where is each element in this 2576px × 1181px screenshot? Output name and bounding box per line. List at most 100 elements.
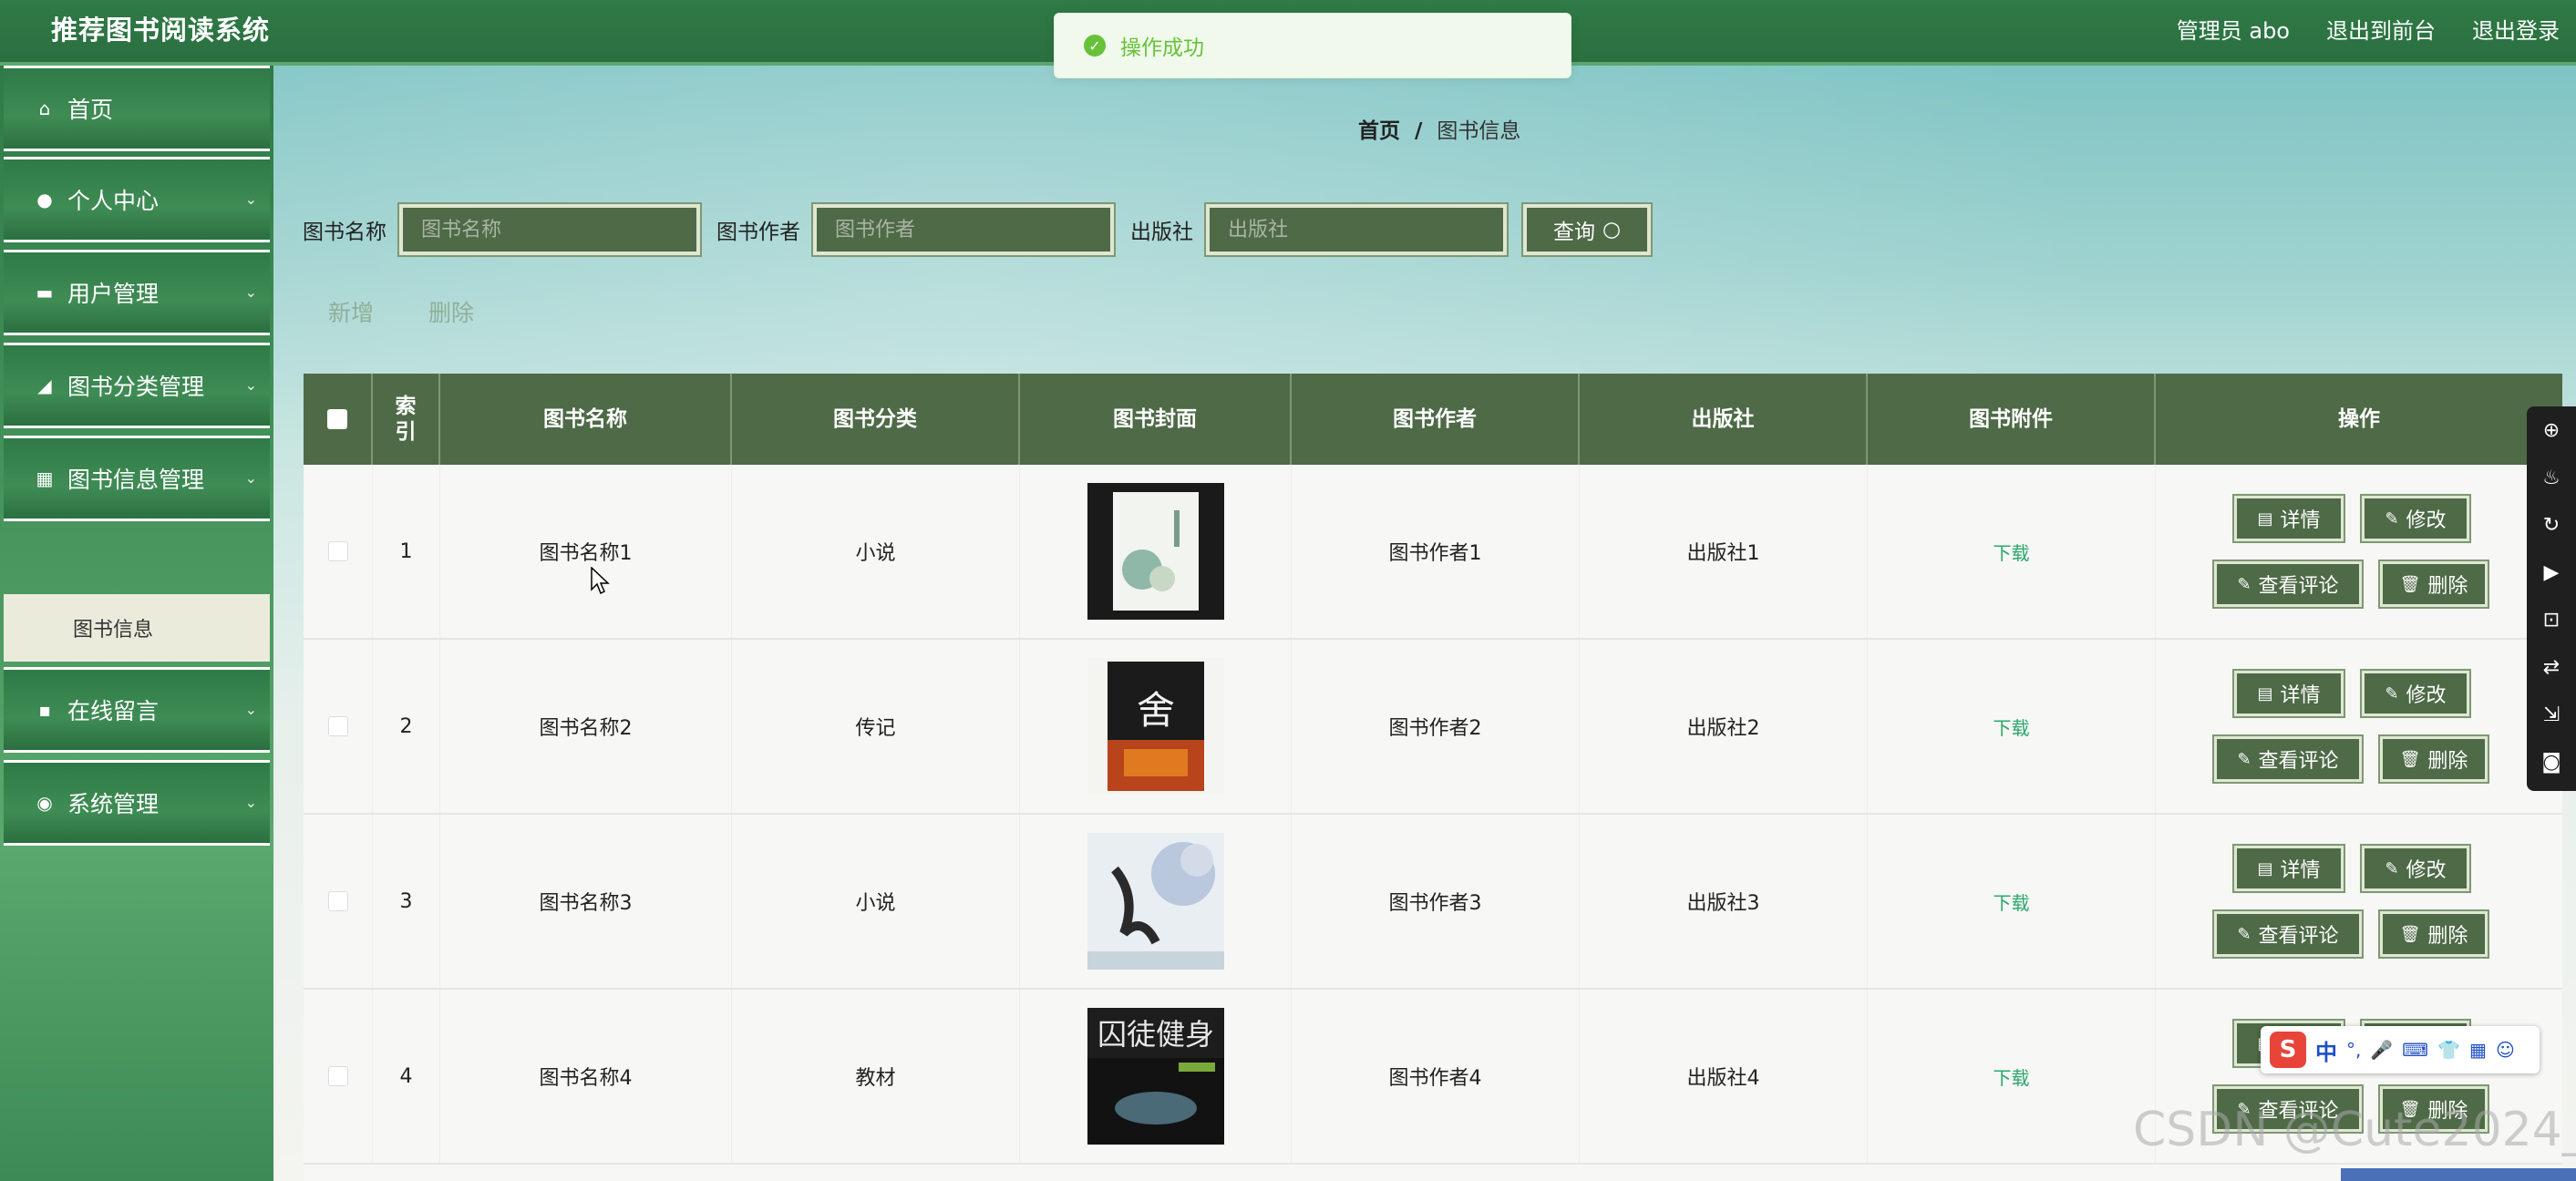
refresh-icon[interactable]: ↻: [2527, 501, 2576, 549]
cell-attachment: 下载: [1868, 465, 2156, 638]
delete-button[interactable]: 🗑 删除: [2378, 909, 2489, 959]
row-actions: ▤ 详情 ✎ 修改 ✎ 查看评论 🗑 删除: [2145, 640, 2562, 813]
shirt-icon[interactable]: 👕: [2437, 1039, 2460, 1061]
download-link[interactable]: 下载: [1994, 1063, 2030, 1090]
sidebar-item-profile[interactable]: ● 个人中心 ⌄: [4, 157, 270, 242]
book-author-input[interactable]: [811, 202, 1116, 257]
trash-icon: 🗑: [2399, 924, 2421, 944]
edit-button[interactable]: ✎ 修改: [2360, 669, 2471, 718]
sidebar-subitem-book-info[interactable]: 图书信息: [4, 594, 270, 662]
back-to-front-link[interactable]: 退出到前台: [2326, 13, 2436, 45]
row-checkbox-cell: [304, 465, 373, 638]
batch-delete-button[interactable]: 删除: [428, 295, 474, 328]
row-checkbox-cell: [304, 990, 373, 1163]
video-icon[interactable]: ▶: [2527, 549, 2576, 596]
header-author: 图书作者: [1292, 374, 1580, 465]
cell-cover: 舍: [1020, 640, 1292, 813]
punctuation-icon[interactable]: °,: [2346, 1039, 2361, 1061]
detail-button[interactable]: ▤ 详情: [2232, 494, 2345, 543]
query-button[interactable]: 查询 ○: [1521, 202, 1653, 257]
play-box-icon[interactable]: ⊡: [2527, 596, 2576, 643]
cell-author: 图书作者3: [1292, 815, 1580, 988]
breadcrumb-home[interactable]: 首页: [1358, 119, 1400, 143]
sidebar-item-category[interactable]: ◢ 图书分类管理 ⌄: [4, 343, 270, 428]
download-link[interactable]: 下载: [1994, 714, 2030, 740]
ime-logo-icon[interactable]: S: [2270, 1032, 2306, 1068]
microphone-icon[interactable]: 🎤: [2370, 1039, 2393, 1061]
sidebar-item-book-info[interactable]: ▦ 图书信息管理 ⌄: [4, 436, 270, 521]
sidebar-item-users[interactable]: ▬ 用户管理 ⌄: [4, 250, 270, 335]
delete-button[interactable]: 🗑 删除: [2378, 734, 2489, 784]
sidebar-item-system[interactable]: ◉ 系统管理 ⌄: [4, 760, 270, 846]
emoji-icon[interactable]: ☺: [2496, 1039, 2515, 1061]
view-comments-button[interactable]: ✎ 查看评论: [2212, 909, 2364, 959]
cell-index: 4: [373, 990, 440, 1163]
row-checkbox[interactable]: [327, 891, 348, 911]
header-attachment: 图书附件: [1868, 374, 2156, 465]
apps-icon[interactable]: ▦: [2469, 1039, 2487, 1061]
table-row: 3 图书名称3 小说 图书作者3 出版社3 下载 ▤ 详情 ✎ 修改 ✎ 查看评论 🗑…: [304, 815, 2562, 990]
cell-cover: [1020, 465, 1292, 638]
cell-name: 图书名称3: [440, 815, 732, 988]
row-actions: ▤ 详情 ✎ 修改 ✎ 查看评论 🗑 删除: [2145, 815, 2562, 988]
user-icon: ●: [36, 189, 53, 211]
search-bar: 图书名称 图书作者 出版社 查询 ○: [303, 202, 1653, 257]
row-checkbox[interactable]: [327, 541, 348, 561]
view-comments-button[interactable]: ✎ 查看评论: [2212, 560, 2364, 609]
keyboard-icon[interactable]: ⌨: [2402, 1039, 2428, 1061]
edit-button[interactable]: ✎ 修改: [2360, 494, 2471, 543]
book-name-input[interactable]: [397, 202, 702, 257]
search-icon[interactable]: ⊕: [2527, 406, 2576, 454]
row-checkbox[interactable]: [327, 1066, 348, 1086]
logout-link[interactable]: 退出登录: [2472, 13, 2560, 45]
cell-author: 图书作者1: [1292, 465, 1580, 638]
breadcrumb-current: 图书信息: [1437, 119, 1521, 143]
download-link[interactable]: 下载: [1994, 539, 2030, 565]
camera-icon[interactable]: ◙: [2527, 738, 2576, 786]
book-author-label: 图书作者: [716, 221, 800, 244]
publisher-input[interactable]: [1204, 202, 1509, 257]
cell-category: 小说: [732, 465, 1020, 638]
cell-index: 1: [373, 465, 440, 638]
chevron-down-icon: ⌄: [244, 701, 257, 718]
trash-icon: 🗑: [2399, 749, 2421, 769]
header-cover: 图书封面: [1020, 374, 1292, 465]
export-icon[interactable]: ⇲: [2527, 691, 2576, 738]
document-icon: ▤: [2257, 683, 2273, 703]
edit-label: 修改: [2406, 684, 2447, 707]
message-icon: ▪: [38, 699, 51, 721]
sidebar-item-home[interactable]: ⌂ 首页: [4, 66, 270, 151]
cell-publisher: 出版社1: [1580, 465, 1868, 638]
sidebar-item-label: 在线留言: [67, 698, 160, 724]
sidebar-item-messages[interactable]: ▪ 在线留言 ⌄: [4, 667, 270, 753]
cell-index: 3: [373, 815, 440, 988]
detail-button[interactable]: ▤ 详情: [2232, 844, 2345, 893]
trash-icon: 🗑: [2399, 574, 2421, 594]
taskbar-edge: [2341, 1168, 2576, 1181]
sidebar-item-label: 图书信息管理: [67, 467, 205, 493]
chevron-up-icon: ⌄: [244, 469, 257, 487]
fire-icon[interactable]: ♨: [2527, 454, 2576, 501]
table-row: [304, 1165, 2562, 1181]
table-header: 索引 图书名称 图书分类 图书封面 图书作者 出版社 图书附件 操作: [304, 374, 2562, 465]
edit-label: 修改: [2406, 509, 2447, 532]
book-cover-image: 舍: [1087, 658, 1224, 795]
row-checkbox[interactable]: [327, 716, 348, 736]
detail-button[interactable]: ▤ 详情: [2232, 669, 2345, 718]
ime-toolbar: S 中 °, 🎤 ⌨ 👕 ▦ ☺: [2261, 1026, 2540, 1073]
sidebar-item-label: 图书分类管理: [67, 374, 205, 400]
add-button[interactable]: 新增: [328, 295, 374, 328]
watermark: CSDN @Cute2024_: [2133, 1103, 2576, 1157]
swap-icon[interactable]: ⇄: [2527, 643, 2576, 691]
pencil-icon: ✎: [2237, 924, 2251, 944]
delete-button[interactable]: 🗑 删除: [2378, 560, 2489, 609]
ime-language[interactable]: 中: [2315, 1034, 2337, 1066]
view-comments-button[interactable]: ✎ 查看评论: [2212, 734, 2364, 784]
chevron-down-icon: ⌄: [244, 794, 257, 811]
publisher-label: 出版社: [1130, 221, 1193, 244]
download-link[interactable]: 下载: [1994, 888, 2030, 915]
select-all-checkbox[interactable]: [327, 409, 347, 429]
edit-button[interactable]: ✎ 修改: [2360, 844, 2471, 893]
detail-label: 详情: [2280, 509, 2321, 532]
users-icon: ▬: [36, 282, 54, 303]
